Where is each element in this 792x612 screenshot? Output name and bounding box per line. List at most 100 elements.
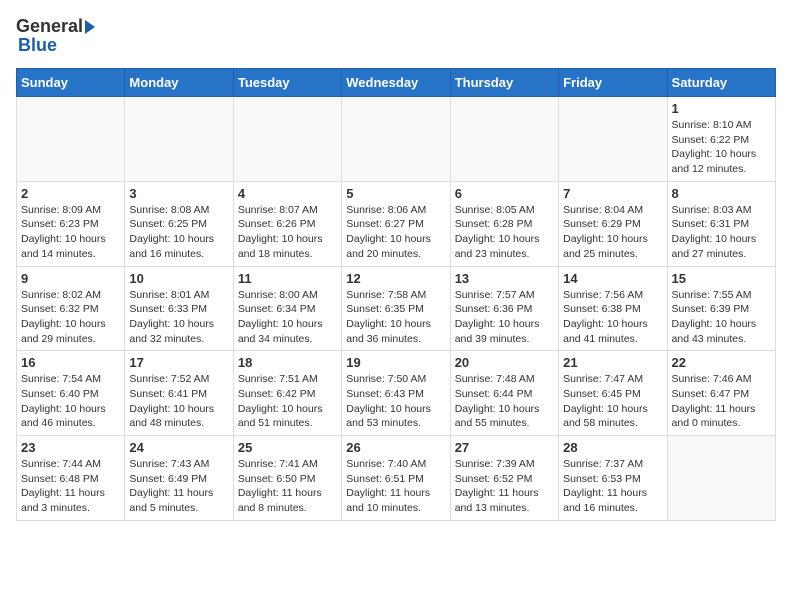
calendar-day-cell [233, 97, 341, 182]
day-number: 10 [129, 271, 228, 286]
day-number: 1 [672, 101, 771, 116]
calendar-day-cell: 15 Sunrise: 7:55 AM Sunset: 6:39 PM Dayli… [667, 266, 775, 351]
calendar-day-cell: 24 Sunrise: 7:43 AM Sunset: 6:49 PM Dayli… [125, 436, 233, 521]
day-info: Sunrise: 8:10 AM Sunset: 6:22 PM Dayligh… [672, 118, 771, 177]
day-info: Sunrise: 8:04 AM Sunset: 6:29 PM Dayligh… [563, 203, 662, 262]
day-info: Sunrise: 7:56 AM Sunset: 6:38 PM Dayligh… [563, 288, 662, 347]
calendar-day-cell: 11 Sunrise: 8:00 AM Sunset: 6:34 PM Dayli… [233, 266, 341, 351]
day-number: 7 [563, 186, 662, 201]
calendar-day-cell: 6 Sunrise: 8:05 AM Sunset: 6:28 PM Daylig… [450, 181, 558, 266]
calendar-day-cell [559, 97, 667, 182]
calendar-day-cell: 1 Sunrise: 8:10 AM Sunset: 6:22 PM Daylig… [667, 97, 775, 182]
day-number: 15 [672, 271, 771, 286]
calendar-day-cell: 5Sunrise: 8:06 AM Sunset: 6:27 PM Daylig… [342, 181, 450, 266]
day-number: 24 [129, 440, 228, 455]
day-info: Sunrise: 8:00 AM Sunset: 6:34 PM Dayligh… [238, 288, 337, 347]
weekday-header-wednesday: Wednesday [342, 69, 450, 97]
day-info: Sunrise: 7:51 AM Sunset: 6:42 PM Dayligh… [238, 372, 337, 431]
day-number: 8 [672, 186, 771, 201]
calendar-day-cell: 14 Sunrise: 7:56 AM Sunset: 6:38 PM Dayli… [559, 266, 667, 351]
day-info: Sunrise: 8:02 AM Sunset: 6:32 PM Dayligh… [21, 288, 120, 347]
day-number: 20 [455, 355, 554, 370]
day-info: Sunrise: 8:07 AM Sunset: 6:26 PM Dayligh… [238, 203, 337, 262]
day-number: 9 [21, 271, 120, 286]
calendar-day-cell [450, 97, 558, 182]
calendar-day-cell: 2 Sunrise: 8:09 AM Sunset: 6:23 PM Daylig… [17, 181, 125, 266]
weekday-header-thursday: Thursday [450, 69, 558, 97]
day-info: Sunrise: 7:40 AM Sunset: 6:51 PM Dayligh… [346, 457, 445, 516]
calendar-day-cell: 23 Sunrise: 7:44 AM Sunset: 6:48 PM Dayli… [17, 436, 125, 521]
calendar-day-cell: 10 Sunrise: 8:01 AM Sunset: 6:33 PM Dayli… [125, 266, 233, 351]
weekday-header-saturday: Saturday [667, 69, 775, 97]
day-number: 13 [455, 271, 554, 286]
logo-arrow-icon [85, 20, 95, 34]
day-info: Sunrise: 7:46 AM Sunset: 6:47 PM Dayligh… [672, 372, 771, 431]
day-number: 26 [346, 440, 445, 455]
day-number: 22 [672, 355, 771, 370]
day-info: Sunrise: 7:39 AM Sunset: 6:52 PM Dayligh… [455, 457, 554, 516]
calendar-day-cell: 17 Sunrise: 7:52 AM Sunset: 6:41 PM Dayli… [125, 351, 233, 436]
calendar-day-cell: 3 Sunrise: 8:08 AM Sunset: 6:25 PM Daylig… [125, 181, 233, 266]
day-info: Sunrise: 7:47 AM Sunset: 6:45 PM Dayligh… [563, 372, 662, 431]
day-info: Sunrise: 8:01 AM Sunset: 6:33 PM Dayligh… [129, 288, 228, 347]
logo-blue-text: Blue [18, 35, 57, 56]
calendar-week-row: 2 Sunrise: 8:09 AM Sunset: 6:23 PM Daylig… [17, 181, 776, 266]
calendar-day-cell: 16 Sunrise: 7:54 AM Sunset: 6:40 PM Dayli… [17, 351, 125, 436]
day-info: Sunrise: 8:06 AM Sunset: 6:27 PM Dayligh… [346, 203, 445, 262]
day-number: 25 [238, 440, 337, 455]
day-number: 3 [129, 186, 228, 201]
day-number: 19 [346, 355, 445, 370]
calendar-day-cell [125, 97, 233, 182]
day-info: Sunrise: 7:52 AM Sunset: 6:41 PM Dayligh… [129, 372, 228, 431]
day-number: 2 [21, 186, 120, 201]
day-info: Sunrise: 7:50 AM Sunset: 6:43 PM Dayligh… [346, 372, 445, 431]
day-info: Sunrise: 7:44 AM Sunset: 6:48 PM Dayligh… [21, 457, 120, 516]
calendar-day-cell: 28 Sunrise: 7:37 AM Sunset: 6:53 PM Dayli… [559, 436, 667, 521]
calendar-day-cell: 13 Sunrise: 7:57 AM Sunset: 6:36 PM Dayli… [450, 266, 558, 351]
day-number: 12 [346, 271, 445, 286]
day-number: 27 [455, 440, 554, 455]
page-header: General Blue [16, 16, 776, 56]
day-info: Sunrise: 8:09 AM Sunset: 6:23 PM Dayligh… [21, 203, 120, 262]
calendar-day-cell [342, 97, 450, 182]
day-number: 18 [238, 355, 337, 370]
calendar-week-row: 23 Sunrise: 7:44 AM Sunset: 6:48 PM Dayli… [17, 436, 776, 521]
calendar-day-cell: 12 Sunrise: 7:58 AM Sunset: 6:35 PM Dayli… [342, 266, 450, 351]
day-info: Sunrise: 8:03 AM Sunset: 6:31 PM Dayligh… [672, 203, 771, 262]
day-info: Sunrise: 7:48 AM Sunset: 6:44 PM Dayligh… [455, 372, 554, 431]
day-info: Sunrise: 7:58 AM Sunset: 6:35 PM Dayligh… [346, 288, 445, 347]
calendar-table: SundayMondayTuesdayWednesdayThursdayFrid… [16, 68, 776, 521]
calendar-day-cell: 22 Sunrise: 7:46 AM Sunset: 6:47 PM Dayli… [667, 351, 775, 436]
day-number: 4 [238, 186, 337, 201]
day-info: Sunrise: 7:54 AM Sunset: 6:40 PM Dayligh… [21, 372, 120, 431]
calendar-day-cell: 27 Sunrise: 7:39 AM Sunset: 6:52 PM Dayli… [450, 436, 558, 521]
day-number: 14 [563, 271, 662, 286]
weekday-header-friday: Friday [559, 69, 667, 97]
day-info: Sunrise: 7:55 AM Sunset: 6:39 PM Dayligh… [672, 288, 771, 347]
calendar-day-cell: 21 Sunrise: 7:47 AM Sunset: 6:45 PM Dayli… [559, 351, 667, 436]
calendar-day-cell [17, 97, 125, 182]
day-info: Sunrise: 7:41 AM Sunset: 6:50 PM Dayligh… [238, 457, 337, 516]
day-info: Sunrise: 7:43 AM Sunset: 6:49 PM Dayligh… [129, 457, 228, 516]
day-info: Sunrise: 8:08 AM Sunset: 6:25 PM Dayligh… [129, 203, 228, 262]
calendar-day-cell: 26 Sunrise: 7:40 AM Sunset: 6:51 PM Dayli… [342, 436, 450, 521]
weekday-header-row: SundayMondayTuesdayWednesdayThursdayFrid… [17, 69, 776, 97]
weekday-header-sunday: Sunday [17, 69, 125, 97]
day-info: Sunrise: 8:05 AM Sunset: 6:28 PM Dayligh… [455, 203, 554, 262]
day-number: 23 [21, 440, 120, 455]
calendar-day-cell: 18 Sunrise: 7:51 AM Sunset: 6:42 PM Dayli… [233, 351, 341, 436]
calendar-day-cell: 19 Sunrise: 7:50 AM Sunset: 6:43 PM Dayli… [342, 351, 450, 436]
day-number: 28 [563, 440, 662, 455]
day-number: 17 [129, 355, 228, 370]
calendar-day-cell: 9 Sunrise: 8:02 AM Sunset: 6:32 PM Daylig… [17, 266, 125, 351]
day-number: 6 [455, 186, 554, 201]
day-info: Sunrise: 7:37 AM Sunset: 6:53 PM Dayligh… [563, 457, 662, 516]
calendar-week-row: 1 Sunrise: 8:10 AM Sunset: 6:22 PM Daylig… [17, 97, 776, 182]
day-number: 21 [563, 355, 662, 370]
day-info: Sunrise: 7:57 AM Sunset: 6:36 PM Dayligh… [455, 288, 554, 347]
day-number: 16 [21, 355, 120, 370]
calendar-day-cell: 7 Sunrise: 8:04 AM Sunset: 6:29 PM Daylig… [559, 181, 667, 266]
calendar-day-cell [667, 436, 775, 521]
day-number: 11 [238, 271, 337, 286]
calendar-week-row: 9 Sunrise: 8:02 AM Sunset: 6:32 PM Daylig… [17, 266, 776, 351]
